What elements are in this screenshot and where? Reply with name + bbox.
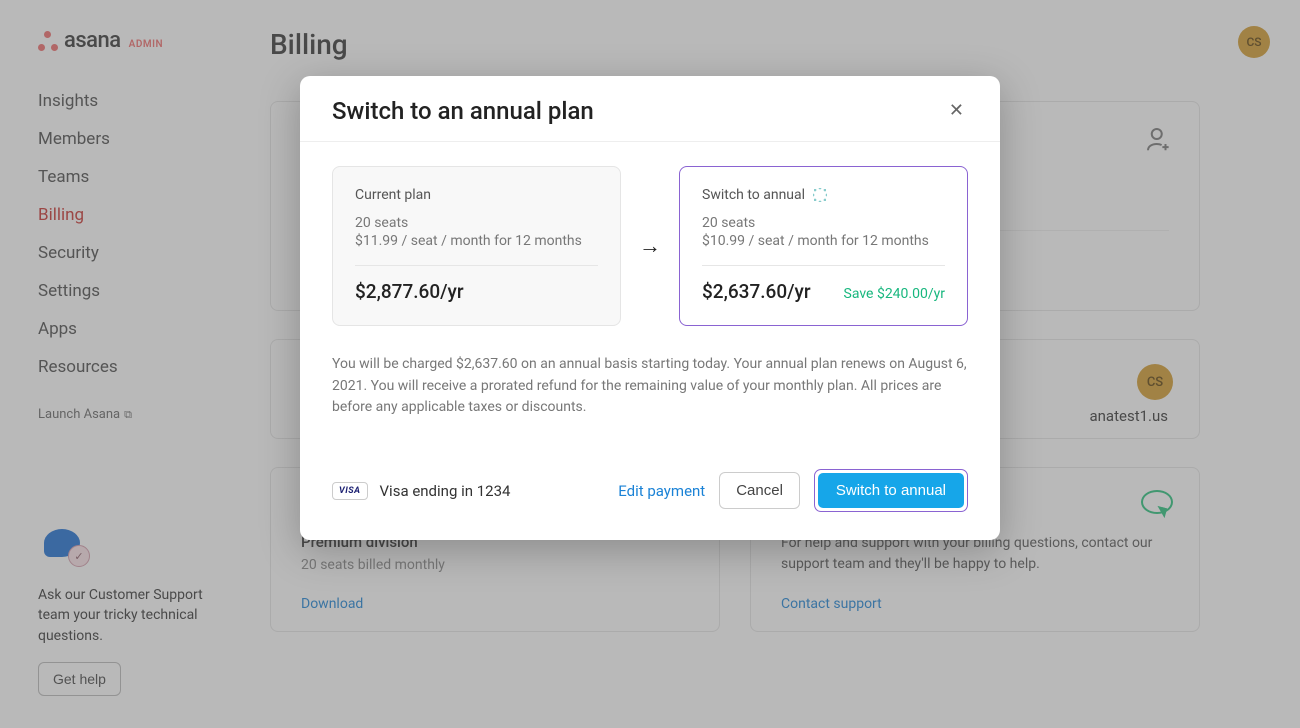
modal-disclaimer: You will be charged $2,637.60 on an annu… (332, 354, 968, 419)
current-plan-label: Current plan (355, 187, 598, 203)
annual-plan-rate: $10.99 / seat / month for 12 months (702, 233, 945, 249)
modal-title: Switch to an annual plan (332, 97, 594, 125)
loading-spinner-icon (813, 188, 827, 202)
current-plan-total: $2,877.60/yr (355, 280, 464, 303)
switch-button-highlight: Switch to annual (814, 469, 968, 512)
edit-payment-link[interactable]: Edit payment (618, 482, 705, 500)
close-icon[interactable]: ✕ (945, 96, 968, 125)
annual-plan-label: Switch to annual (702, 187, 805, 203)
modal-overlay: Switch to an annual plan ✕ Current plan … (0, 0, 1300, 728)
annual-plan-total: $2,637.60/yr (702, 280, 811, 303)
arrow-right-icon: → (639, 233, 661, 259)
current-plan-rate: $11.99 / seat / month for 12 months (355, 233, 598, 249)
annual-plan-seats: 20 seats (702, 215, 945, 231)
visa-icon: VISA (332, 482, 368, 500)
switch-to-annual-button[interactable]: Switch to annual (818, 473, 964, 508)
annual-plan-box: Switch to annual 20 seats $10.99 / seat … (679, 166, 968, 326)
cancel-button[interactable]: Cancel (719, 472, 800, 509)
payment-text: Visa ending in 1234 (380, 482, 511, 500)
current-plan-box: Current plan 20 seats $11.99 / seat / mo… (332, 166, 621, 326)
current-plan-seats: 20 seats (355, 215, 598, 231)
annual-plan-save: Save $240.00/yr (844, 286, 945, 302)
switch-annual-modal: Switch to an annual plan ✕ Current plan … (300, 76, 1000, 540)
